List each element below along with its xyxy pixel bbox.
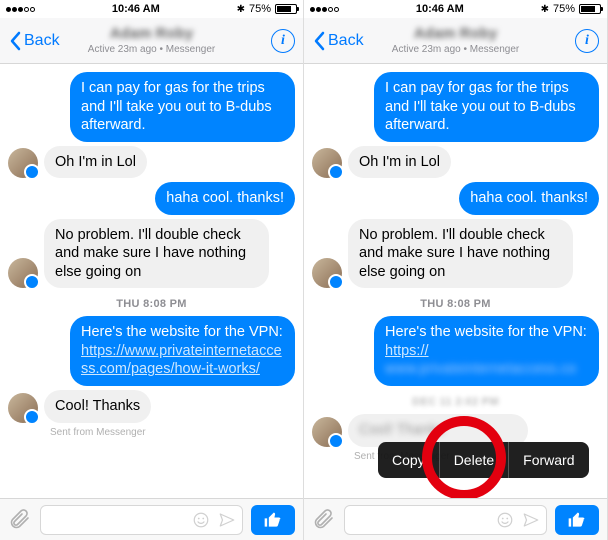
message-bubble-incoming[interactable]: Cool! Thanks [44,390,151,423]
paperclip-icon [312,508,336,532]
context-copy[interactable]: Copy [378,442,440,478]
context-forward[interactable]: Forward [509,442,588,478]
message-input[interactable] [344,505,547,535]
message-bubble-incoming[interactable]: No problem. I'll double check and make s… [348,219,573,289]
back-button[interactable]: Back [312,31,364,51]
message-row: I can pay for gas for the trips and I'll… [312,72,599,142]
message-bubble-outgoing[interactable]: Here's the website for the VPN: https://… [70,316,295,386]
avatar[interactable] [312,417,342,447]
send-plane-icon [522,511,540,529]
message-row: Here's the website for the VPN: https://… [312,316,599,386]
attachment-button[interactable] [312,508,336,532]
like-button[interactable] [251,505,295,535]
right-screenshot: 10:46 AM ✱ 75% Back Adam Roby Active 23m… [304,0,608,540]
battery-icon [579,4,601,14]
contact-status: Active 23m ago • Messenger [392,44,519,55]
sent-from-label: Sent from Messenger [50,427,295,438]
input-bar [304,498,607,540]
message-row: Cool! Thanks [8,390,295,423]
back-label: Back [328,32,364,50]
paperclip-icon [8,508,32,532]
vpn-link[interactable]: https:// [385,343,429,359]
smiley-icon [192,511,210,529]
info-button[interactable]: i [271,29,295,53]
message-row: No problem. I'll double check and make s… [312,219,599,289]
message-input[interactable] [40,505,243,535]
chevron-left-icon [8,31,22,51]
left-screenshot: 10:46 AM ✱ 75% Back Adam Roby Active 23m… [0,0,304,540]
signal-dots-icon [6,7,35,12]
clock: 10:46 AM [416,3,464,15]
info-button[interactable]: i [575,29,599,53]
thumbs-up-icon [567,510,587,530]
message-row: No problem. I'll double check and make s… [8,219,295,289]
avatar[interactable] [8,258,38,288]
back-label: Back [24,32,60,50]
send-plane-icon [218,511,236,529]
avatar[interactable] [8,148,38,178]
nav-header: Back Adam Roby Active 23m ago • Messenge… [0,18,303,64]
back-button[interactable]: Back [8,31,60,51]
status-bar: 10:46 AM ✱ 75% [304,0,607,18]
timestamp-divider: THU 8:08 PM [312,298,599,310]
message-bubble-outgoing[interactable]: haha cool. thanks! [155,182,295,215]
message-bubble-incoming[interactable]: No problem. I'll double check and make s… [44,219,269,289]
header-title[interactable]: Adam Roby Active 23m ago • Messenger [392,26,519,55]
attachment-button[interactable] [8,508,32,532]
smiley-icon [496,511,514,529]
chat-scroll[interactable]: I can pay for gas for the trips and I'll… [0,64,303,498]
contact-name: Adam Roby [392,26,519,43]
like-button[interactable] [555,505,599,535]
avatar[interactable] [312,148,342,178]
bluetooth-icon: ✱ [541,4,549,15]
message-row: Oh I'm in Lol [312,146,599,179]
thumbs-up-icon [263,510,283,530]
message-bubble-outgoing[interactable]: haha cool. thanks! [459,182,599,215]
status-bar: 10:46 AM ✱ 75% [0,0,303,18]
contact-status: Active 23m ago • Messenger [88,44,215,55]
message-row: haha cool. thanks! [312,182,599,215]
avatar[interactable] [8,393,38,423]
input-bar [0,498,303,540]
message-row: I can pay for gas for the trips and I'll… [8,72,295,142]
timestamp-divider-blurred: DEC 11 2:02 PM [312,396,599,408]
chat-scroll[interactable]: I can pay for gas for the trips and I'll… [304,64,607,498]
chevron-left-icon [312,31,326,51]
vpn-link[interactable]: https://www.privateinternetaccess.com/pa… [81,343,282,378]
avatar[interactable] [312,258,342,288]
timestamp-divider: THU 8:08 PM [8,298,295,310]
message-bubble-outgoing[interactable]: I can pay for gas for the trips and I'll… [70,72,295,142]
battery-percent: 75% [249,3,271,15]
message-bubble-outgoing[interactable]: I can pay for gas for the trips and I'll… [374,72,599,142]
context-delete[interactable]: Delete [440,442,509,478]
clock: 10:46 AM [112,3,160,15]
message-row: Oh I'm in Lol [8,146,295,179]
contact-name: Adam Roby [88,26,215,43]
battery-icon [275,4,297,14]
bluetooth-icon: ✱ [237,4,245,15]
context-menu: Copy Delete Forward [378,442,589,478]
message-bubble-outgoing[interactable]: Here's the website for the VPN: https://… [374,316,599,386]
header-title[interactable]: Adam Roby Active 23m ago • Messenger [88,26,215,55]
battery-percent: 75% [553,3,575,15]
message-row: haha cool. thanks! [8,182,295,215]
message-bubble-incoming[interactable]: Oh I'm in Lol [348,146,451,179]
nav-header: Back Adam Roby Active 23m ago • Messenge… [304,18,607,64]
signal-dots-icon [310,7,339,12]
message-bubble-incoming[interactable]: Oh I'm in Lol [44,146,147,179]
message-row: Here's the website for the VPN: https://… [8,316,295,386]
